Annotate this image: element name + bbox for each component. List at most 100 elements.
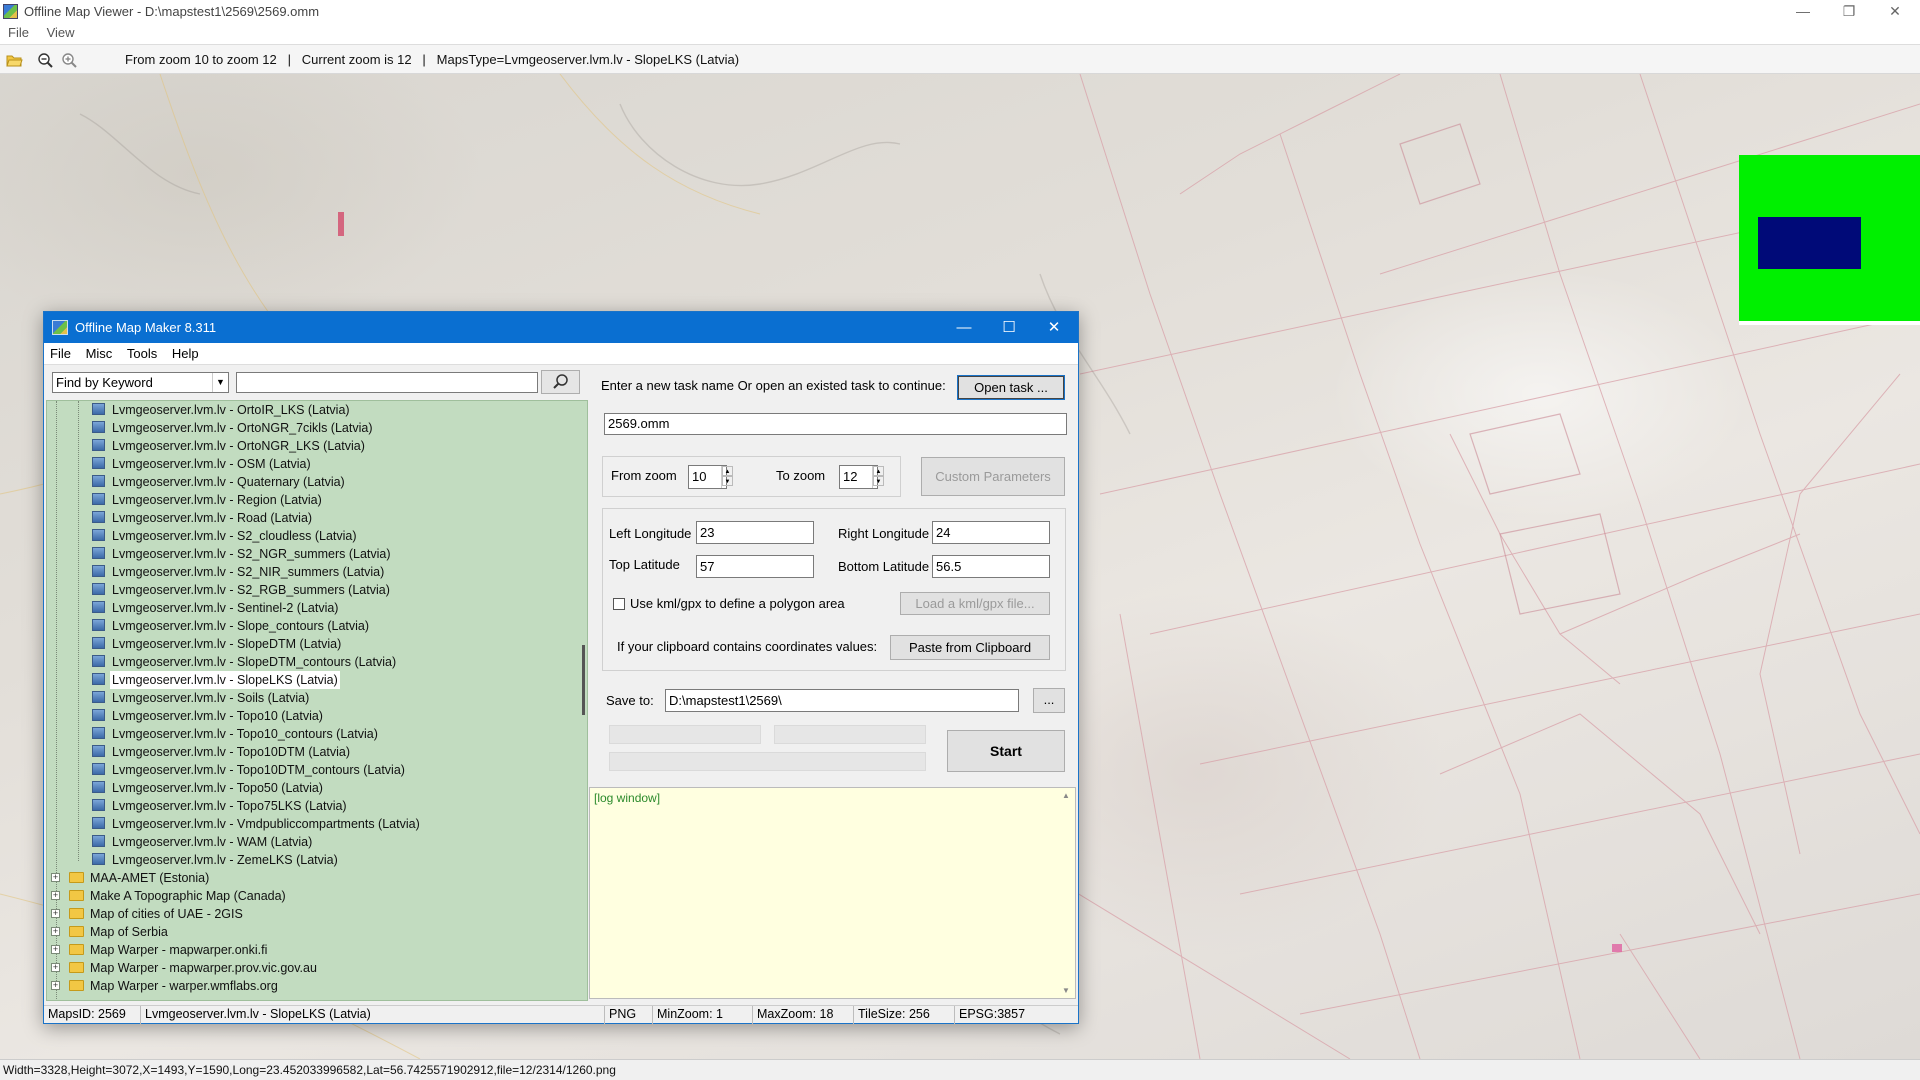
map-layer-icon <box>92 709 105 721</box>
clipboard-label: If your clipboard contains coordinates v… <box>617 639 878 654</box>
from-zoom-stepper[interactable]: ▲ ▼ <box>721 466 733 488</box>
tree-item-label: Lvmgeoserver.lvm.lv - OrtoIR_LKS (Latvia… <box>112 403 350 417</box>
expand-plus-icon[interactable]: + <box>51 981 60 990</box>
dialog-menubar: File Misc Tools Help <box>44 343 1078 365</box>
tree-folder-label: Map Warper - warper.wmflabs.org <box>90 979 278 993</box>
minimize-button[interactable]: — <box>1780 0 1826 22</box>
dialog-menu-file[interactable]: File <box>44 343 76 361</box>
bottom-latitude-input[interactable]: 56.5 <box>932 555 1050 578</box>
kml-checkbox-label[interactable]: Use kml/gpx to define a polygon area <box>630 596 845 611</box>
close-button[interactable]: ✕ <box>1872 0 1918 22</box>
status-maps-id: MapsID: 2569 <box>44 1006 141 1024</box>
status-min-zoom: MinZoom: 1 <box>653 1006 753 1024</box>
tree-item-label: Lvmgeoserver.lvm.lv - Sentinel-2 (Latvia… <box>112 601 339 615</box>
expand-plus-icon[interactable]: + <box>51 873 60 882</box>
dialog-menu-tools[interactable]: Tools <box>121 343 162 361</box>
browse-folder-button[interactable]: ... <box>1033 688 1065 713</box>
status-max-zoom: MaxZoom: 18 <box>753 1006 854 1024</box>
scroll-up-icon[interactable]: ▲ <box>1062 791 1070 800</box>
minimap-viewport[interactable] <box>1758 217 1861 269</box>
top-latitude-label: Top Latitude <box>609 557 680 572</box>
zoom-in-icon[interactable] <box>61 52 78 68</box>
menu-file[interactable]: File <box>0 23 35 40</box>
log-text: [log window] <box>594 791 661 805</box>
paste-clipboard-button[interactable]: Paste from Clipboard <box>890 635 1050 660</box>
log-window[interactable]: [log window] ▲ ▼ <box>589 787 1076 999</box>
tree-item-label: Lvmgeoserver.lvm.lv - Quaternary (Latvia… <box>112 475 345 489</box>
right-longitude-label: Right Longitude <box>838 526 930 541</box>
restore-button[interactable]: ❐ <box>1826 0 1872 22</box>
zoom-out-icon[interactable] <box>37 52 54 68</box>
tree-folder-label: Make A Topographic Map (Canada) <box>90 889 286 903</box>
dialog-minimize-button[interactable]: — <box>942 315 986 340</box>
save-to-label: Save to: <box>606 693 654 708</box>
menu-view[interactable]: View <box>39 23 81 40</box>
load-kml-button[interactable]: Load a kml/gpx file... <box>900 592 1050 615</box>
custom-parameters-button[interactable]: Custom Parameters <box>921 457 1065 496</box>
zoom-status-text: From zoom 10 to zoom 12 | Current zoom i… <box>125 52 740 67</box>
folder-icon <box>69 944 84 955</box>
map-layer-icon <box>92 493 105 505</box>
scroll-down-icon[interactable]: ▼ <box>1062 986 1070 995</box>
search-mode-select[interactable]: Find by Keyword ▼ <box>52 372 229 393</box>
expand-plus-icon[interactable]: + <box>51 891 60 900</box>
expand-plus-icon[interactable]: + <box>51 945 60 954</box>
expand-plus-icon[interactable]: + <box>51 909 60 918</box>
status-format: PNG <box>605 1006 653 1024</box>
map-layer-icon <box>92 853 105 865</box>
map-layer-icon <box>92 547 105 559</box>
status-epsg: EPSG:3857 <box>959 1007 1026 1021</box>
search-icon <box>553 374 568 389</box>
dialog-close-button[interactable]: ✕ <box>1032 315 1076 340</box>
dialog-menu-help[interactable]: Help <box>166 343 204 361</box>
map-layer-icon <box>92 637 105 649</box>
tree-item-label: Lvmgeoserver.lvm.lv - Topo10_contours (L… <box>112 727 378 741</box>
tree-folder-label: Map Warper - mapwarper.onki.fi <box>90 943 268 957</box>
tree-folder-label: Map of Serbia <box>90 925 168 939</box>
tree-item-label: Lvmgeoserver.lvm.lv - WAM (Latvia) <box>112 835 313 849</box>
keyword-input[interactable] <box>236 372 538 393</box>
tree-scrollbar[interactable] <box>581 401 587 1000</box>
folder-icon <box>69 962 84 973</box>
tree-item-label: Lvmgeoserver.lvm.lv - OSM (Latvia) <box>112 457 311 471</box>
tree-item-label: Lvmgeoserver.lvm.lv - Region (Latvia) <box>112 493 322 507</box>
tree-item-label: Lvmgeoserver.lvm.lv - OrtoNGR_LKS (Latvi… <box>112 439 365 453</box>
expand-plus-icon[interactable]: + <box>51 963 60 972</box>
folder-icon <box>69 926 84 937</box>
tree-folder-label: Map Warper - mapwarper.prov.vic.gov.au <box>90 961 317 975</box>
to-zoom-stepper[interactable]: ▲ ▼ <box>872 466 884 488</box>
task-prompt-label: Enter a new task name Or open an existed… <box>601 378 946 393</box>
start-button[interactable]: Start <box>947 730 1065 772</box>
open-folder-icon[interactable] <box>6 52 23 68</box>
tree-scrollbar-thumb[interactable] <box>582 645 585 715</box>
status-map-name: Lvmgeoserver.lvm.lv - SlopeLKS (Latvia) <box>141 1006 605 1024</box>
offline-map-maker-window: Offline Map Maker 8.311 — ☐ ✕ File Misc … <box>43 311 1079 1024</box>
kml-checkbox[interactable] <box>613 598 625 610</box>
dialog-menu-misc[interactable]: Misc <box>80 343 118 361</box>
chevron-down-icon[interactable]: ▼ <box>212 373 228 392</box>
map-layer-icon <box>92 655 105 667</box>
tree-item-label: Lvmgeoserver.lvm.lv - Topo10 (Latvia) <box>112 709 323 723</box>
top-latitude-input[interactable]: 57 <box>696 555 814 578</box>
task-name-input[interactable]: 2569.omm <box>604 413 1067 435</box>
search-mode-value: Find by Keyword <box>56 375 153 390</box>
log-scrollbar[interactable]: ▲ ▼ <box>1059 788 1075 998</box>
open-task-button[interactable]: Open task ... <box>957 375 1065 400</box>
dialog-maximize-button[interactable]: ☐ <box>987 315 1031 340</box>
save-path-input[interactable]: D:\mapstest1\2569\ <box>665 689 1019 712</box>
map-layer-icon <box>92 475 105 487</box>
bottom-latitude-label: Bottom Latitude <box>838 559 930 574</box>
status-tile-size: TileSize: 256 <box>854 1006 955 1024</box>
right-longitude-input[interactable]: 24 <box>932 521 1050 544</box>
tree-item-label: Lvmgeoserver.lvm.lv - Road (Latvia) <box>112 511 313 525</box>
dialog-statusbar: MapsID: 2569 Lvmgeoserver.lvm.lv - Slope… <box>44 1005 1078 1024</box>
tree-folder-label: MAA-AMET (Estonia) <box>90 871 210 885</box>
map-layer-icon <box>92 745 105 757</box>
app-titlebar: Offline Map Viewer - D:\mapstest1\2569\2… <box>0 0 1920 24</box>
overview-minimap[interactable] <box>1739 155 1920 325</box>
search-button[interactable] <box>541 370 580 394</box>
left-longitude-input[interactable]: 23 <box>696 521 814 544</box>
tree-folder-label: Map of cities of UAE - 2GIS <box>90 907 243 921</box>
expand-plus-icon[interactable]: + <box>51 927 60 936</box>
map-source-tree[interactable]: Lvmgeoserver.lvm.lv - OrtoIR_LKS (Latvia… <box>46 400 588 1001</box>
